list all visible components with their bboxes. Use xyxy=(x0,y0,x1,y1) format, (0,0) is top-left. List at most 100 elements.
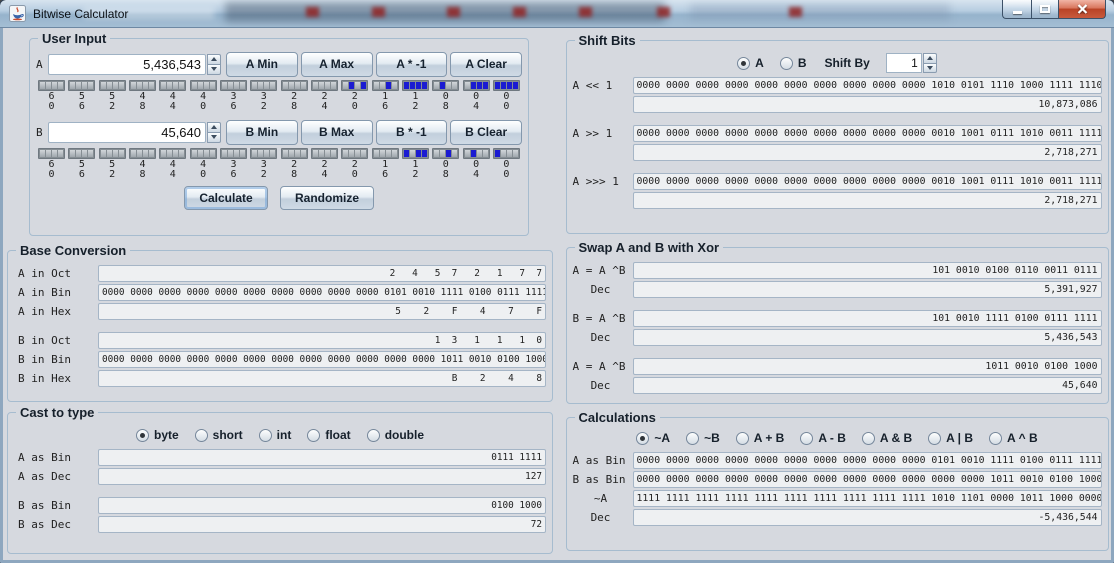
bit-checkbox[interactable] xyxy=(173,150,178,157)
a-button-0[interactable]: A Min xyxy=(226,52,298,77)
bit-checkbox[interactable] xyxy=(131,82,136,89)
bit-checkbox[interactable] xyxy=(349,82,354,89)
bit-checkbox[interactable] xyxy=(252,82,257,89)
bit-checkbox[interactable] xyxy=(471,150,476,157)
dec-field[interactable]: 45,640 xyxy=(633,377,1102,394)
bit-checkbox[interactable] xyxy=(416,82,421,89)
bit-checkbox[interactable] xyxy=(507,82,512,89)
bit-checkbox[interactable] xyxy=(240,82,245,89)
bit-checkbox[interactable] xyxy=(501,82,506,89)
a-button-3[interactable]: A Clear xyxy=(450,52,522,77)
bit-checkbox[interactable] xyxy=(101,82,106,89)
bit-checkbox[interactable] xyxy=(264,82,269,89)
bit-checkbox[interactable] xyxy=(361,150,366,157)
value-field[interactable]: 1111 1111 1111 1111 1111 1111 1111 1111 … xyxy=(633,490,1102,507)
bit-checkbox[interactable] xyxy=(40,82,45,89)
bit-checkbox[interactable] xyxy=(361,82,366,89)
bit-checkbox[interactable] xyxy=(82,150,87,157)
bit-checkbox[interactable] xyxy=(513,82,518,89)
bit-checkbox[interactable] xyxy=(82,82,87,89)
bit-checkbox[interactable] xyxy=(179,150,184,157)
minimize-button[interactable] xyxy=(1002,0,1031,19)
bit-checkbox[interactable] xyxy=(198,150,203,157)
bit-checkbox[interactable] xyxy=(228,82,233,89)
dec-field[interactable]: 5,391,927 xyxy=(633,281,1102,298)
bit-checkbox[interactable] xyxy=(137,82,142,89)
bit-checkbox[interactable] xyxy=(513,150,518,157)
bit-checkbox[interactable] xyxy=(452,150,457,157)
randomize-button[interactable]: Randomize xyxy=(280,186,374,210)
maximize-button[interactable] xyxy=(1031,0,1059,19)
bit-checkbox[interactable] xyxy=(101,150,106,157)
dec-field[interactable]: 2,718,271 xyxy=(633,192,1102,209)
bit-checkbox[interactable] xyxy=(422,150,427,157)
a-spinner-down-button[interactable] xyxy=(207,64,221,75)
bit-checkbox[interactable] xyxy=(434,82,439,89)
bit-checkbox[interactable] xyxy=(465,150,470,157)
bit-checkbox[interactable] xyxy=(107,150,112,157)
calc-radio-0[interactable]: ~A xyxy=(636,431,670,445)
bit-checkbox[interactable] xyxy=(301,150,306,157)
bit-checkbox[interactable] xyxy=(52,82,57,89)
value-field[interactable]: 5 2 F 4 7 F xyxy=(98,303,546,320)
bit-checkbox[interactable] xyxy=(113,82,118,89)
bit-checkbox[interactable] xyxy=(70,150,75,157)
bit-checkbox[interactable] xyxy=(107,82,112,89)
binary-field[interactable]: 1011 0010 0100 1000 xyxy=(633,358,1102,375)
bit-checkbox[interactable] xyxy=(192,82,197,89)
bit-checkbox[interactable] xyxy=(204,150,209,157)
bit-checkbox[interactable] xyxy=(58,150,63,157)
bit-checkbox[interactable] xyxy=(495,150,500,157)
bit-checkbox[interactable] xyxy=(343,150,348,157)
bit-checkbox[interactable] xyxy=(440,82,445,89)
bit-checkbox[interactable] xyxy=(46,82,51,89)
bit-checkbox[interactable] xyxy=(179,82,184,89)
bit-checkbox[interactable] xyxy=(283,82,288,89)
calc-radio-1[interactable]: ~B xyxy=(686,431,720,445)
bit-checkbox[interactable] xyxy=(495,82,500,89)
bit-checkbox[interactable] xyxy=(380,82,385,89)
bit-checkbox[interactable] xyxy=(313,82,318,89)
bit-checkbox[interactable] xyxy=(446,150,451,157)
bit-checkbox[interactable] xyxy=(258,150,263,157)
bit-checkbox[interactable] xyxy=(374,150,379,157)
shift-by-spin-buttons[interactable] xyxy=(923,53,937,73)
cast-radio-3[interactable]: float xyxy=(307,428,350,442)
b-value-spinner[interactable] xyxy=(207,122,221,143)
b-button-3[interactable]: B Clear xyxy=(450,120,522,145)
bit-checkbox[interactable] xyxy=(465,82,470,89)
value-field[interactable]: 2 4 5 7 2 1 7 7 xyxy=(98,265,546,282)
bit-checkbox[interactable] xyxy=(452,82,457,89)
shift-radio-a[interactable]: A xyxy=(737,56,764,70)
bit-checkbox[interactable] xyxy=(113,150,118,157)
value-field[interactable]: 0000 0000 0000 0000 0000 0000 0000 0000 … xyxy=(633,471,1102,488)
bit-checkbox[interactable] xyxy=(483,150,488,157)
bit-checkbox[interactable] xyxy=(380,150,385,157)
bit-checkbox[interactable] xyxy=(410,82,415,89)
bit-checkbox[interactable] xyxy=(222,82,227,89)
bit-checkbox[interactable] xyxy=(319,82,324,89)
bit-checkbox[interactable] xyxy=(477,82,482,89)
binary-field[interactable]: 0000 0000 0000 0000 0000 0000 0000 0000 … xyxy=(633,173,1102,190)
bit-checkbox[interactable] xyxy=(222,150,227,157)
shift-by-input[interactable] xyxy=(886,53,922,73)
value-field[interactable]: 0000 0000 0000 0000 0000 0000 0000 0000 … xyxy=(98,284,546,301)
bit-checkbox[interactable] xyxy=(240,150,245,157)
shift-spinner-down-button[interactable] xyxy=(923,63,937,74)
bit-checkbox[interactable] xyxy=(119,150,124,157)
b-button-2[interactable]: B * -1 xyxy=(376,120,448,145)
close-button[interactable] xyxy=(1059,0,1106,19)
value-field[interactable]: 127 xyxy=(98,468,546,485)
bit-checkbox[interactable] xyxy=(88,150,93,157)
bit-checkbox[interactable] xyxy=(52,150,57,157)
calc-radio-2[interactable]: A + B xyxy=(736,431,785,445)
bit-checkbox[interactable] xyxy=(343,82,348,89)
bit-checkbox[interactable] xyxy=(392,82,397,89)
bit-checkbox[interactable] xyxy=(204,82,209,89)
bit-checkbox[interactable] xyxy=(234,82,239,89)
b-spinner-down-button[interactable] xyxy=(207,132,221,143)
bit-checkbox[interactable] xyxy=(210,82,215,89)
bit-checkbox[interactable] xyxy=(295,150,300,157)
value-field[interactable]: 0111 1111 xyxy=(98,449,546,466)
binary-field[interactable]: 101 0010 1111 0100 0111 1111 xyxy=(633,310,1102,327)
